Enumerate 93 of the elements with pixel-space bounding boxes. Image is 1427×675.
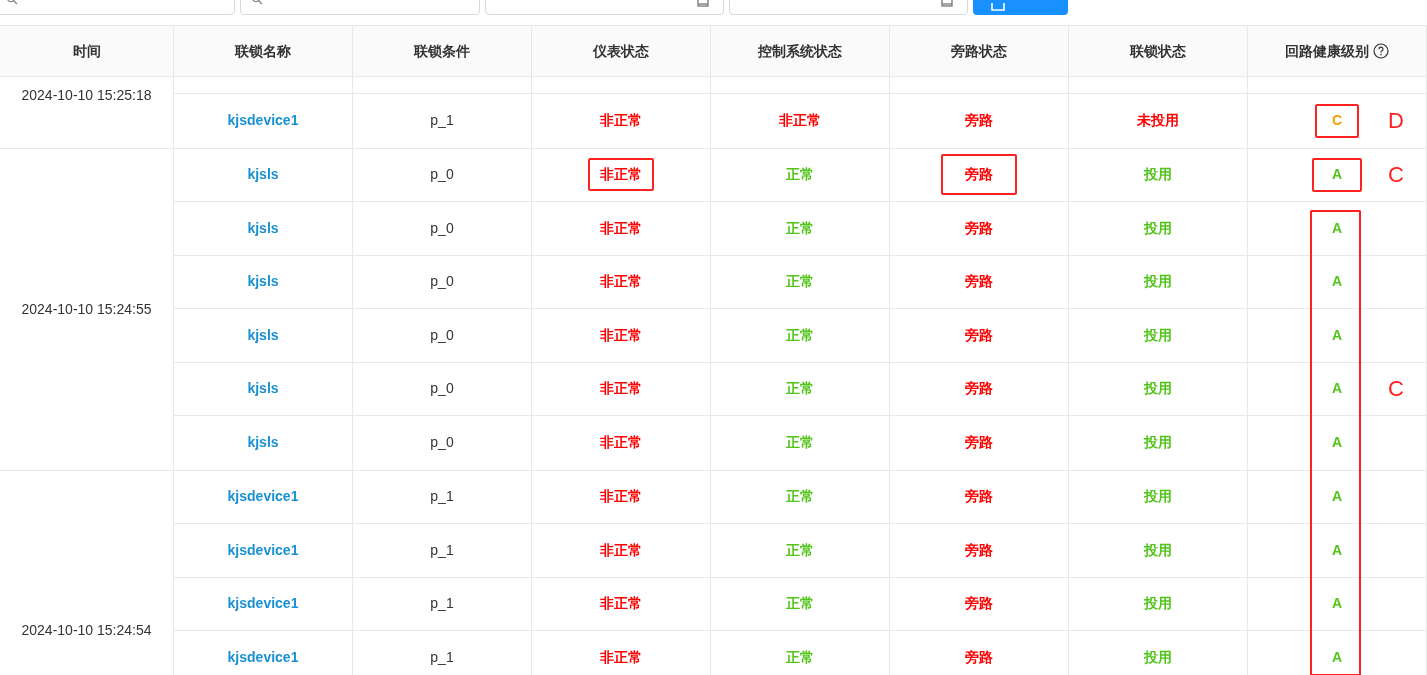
status-text: 非正常 — [600, 166, 642, 183]
column-header: 控制系统状态 — [758, 41, 842, 61]
grade-text: A — [1331, 648, 1343, 668]
status-text: 非正常 — [600, 325, 642, 345]
status-text: 旁路 — [965, 540, 993, 560]
column-header: 仪表状态 — [593, 41, 649, 61]
time-text: 2024-10-10 15:24:54 — [21, 620, 152, 640]
interlock-name-link[interactable]: kjsls — [247, 271, 279, 293]
status-text: 非正常 — [600, 487, 642, 507]
interlock-name-link[interactable]: kjsdevice1 — [227, 539, 299, 561]
status-text: 投用 — [1144, 165, 1172, 185]
status-text: 旁路 — [965, 325, 993, 345]
grade-text: A — [1331, 165, 1343, 185]
grade-text: A — [1331, 218, 1343, 238]
status-text: 旁路 — [965, 111, 993, 131]
status-text: 正常 — [786, 218, 814, 238]
status-text: 非正常 — [600, 540, 642, 560]
grade-text: C — [1331, 111, 1343, 131]
status-text: 正常 — [786, 433, 814, 453]
annotation-letter: C — [1388, 377, 1404, 400]
status-text: 旁路 — [965, 433, 993, 453]
grade-text: A — [1331, 325, 1343, 345]
status-text: 正常 — [786, 379, 814, 399]
annotation-letter: C — [1388, 163, 1404, 186]
annotation-letter: D — [1388, 109, 1404, 132]
status-text: 旁路 — [965, 487, 993, 507]
status-text: 投用 — [1144, 433, 1172, 453]
condition-text: p_0 — [430, 218, 454, 238]
column-header: 时间 — [72, 41, 101, 61]
interlock-name-link[interactable]: kjsls — [247, 324, 279, 346]
status-text: 正常 — [786, 594, 814, 614]
column-header: 联锁名称 — [235, 41, 291, 61]
status-text: 旁路 — [965, 379, 993, 399]
status-text: 投用 — [1144, 487, 1172, 507]
condition-text: p_1 — [430, 487, 454, 507]
interlock-name-link[interactable]: kjsdevice1 — [227, 593, 299, 615]
condition-text: p_0 — [430, 433, 454, 453]
status-text: 旁路 — [965, 218, 993, 238]
condition-text: p_1 — [430, 648, 454, 668]
status-text: 旁路 — [965, 648, 993, 668]
help-icon[interactable] — [1373, 43, 1389, 59]
interlock-name-link[interactable]: kjsdevice1 — [227, 110, 299, 132]
interlock-name-link[interactable]: kjsdevice1 — [227, 647, 299, 669]
status-text: 非正常 — [600, 594, 642, 614]
status-text: 旁路 — [965, 272, 993, 292]
status-text: 投用 — [1144, 594, 1172, 614]
status-text: 非正常 — [600, 218, 642, 238]
status-text: 正常 — [786, 325, 814, 345]
status-text: 非正常 — [600, 648, 642, 668]
column-header: 回路健康级别 — [1285, 41, 1369, 61]
interlock-name-link[interactable]: kjsls — [247, 378, 279, 400]
status-text: 投用 — [1144, 540, 1172, 560]
grade-text: A — [1331, 487, 1343, 507]
status-text: 非正常 — [779, 111, 821, 131]
status-text: 正常 — [786, 272, 814, 292]
interlock-name-link[interactable]: kjsls — [247, 432, 279, 454]
time-text: 2024-10-10 15:24:55 — [21, 299, 152, 319]
status-text: 正常 — [786, 487, 814, 507]
status-text: 旁路 — [965, 594, 993, 614]
status-text: 投用 — [1144, 325, 1172, 345]
condition-text: p_0 — [430, 165, 454, 185]
status-text: 非正常 — [600, 379, 642, 399]
interlock-name-link[interactable]: kjsls — [247, 217, 279, 239]
column-header: 联锁条件 — [414, 41, 470, 61]
interlock-name-link[interactable]: kjsdevice1 — [227, 486, 299, 508]
grade-text: A — [1331, 379, 1343, 399]
status-text: 未投用 — [1137, 111, 1179, 131]
condition-text: p_1 — [430, 540, 454, 560]
time-text: 2024-10-10 15:25:18 — [21, 86, 152, 105]
status-text: 非正常 — [600, 433, 642, 453]
status-text: 投用 — [1144, 272, 1172, 292]
export-icon — [991, 3, 1005, 11]
status-text: 投用 — [1144, 648, 1172, 668]
condition-text: p_0 — [430, 272, 454, 292]
condition-text: p_0 — [430, 379, 454, 399]
status-text: 正常 — [786, 165, 814, 185]
condition-text: p_1 — [430, 111, 454, 131]
status-text: 投用 — [1144, 218, 1172, 238]
interlock-name-link[interactable]: kjsls — [247, 164, 279, 186]
condition-text: p_0 — [430, 325, 454, 345]
grade-text: A — [1331, 433, 1343, 453]
grade-text: A — [1331, 540, 1343, 560]
status-text: 非正常 — [600, 111, 642, 131]
column-header: 联锁状态 — [1130, 41, 1186, 61]
grade-text: A — [1331, 272, 1343, 292]
status-text: 非正常 — [600, 272, 642, 292]
grade-text: A — [1331, 594, 1343, 614]
status-text: 正常 — [786, 648, 814, 668]
condition-text: p_1 — [430, 594, 454, 614]
status-text: 正常 — [786, 540, 814, 560]
status-text: 旁路 — [965, 166, 993, 183]
column-header: 旁路状态 — [951, 41, 1007, 61]
status-text: 投用 — [1144, 379, 1172, 399]
